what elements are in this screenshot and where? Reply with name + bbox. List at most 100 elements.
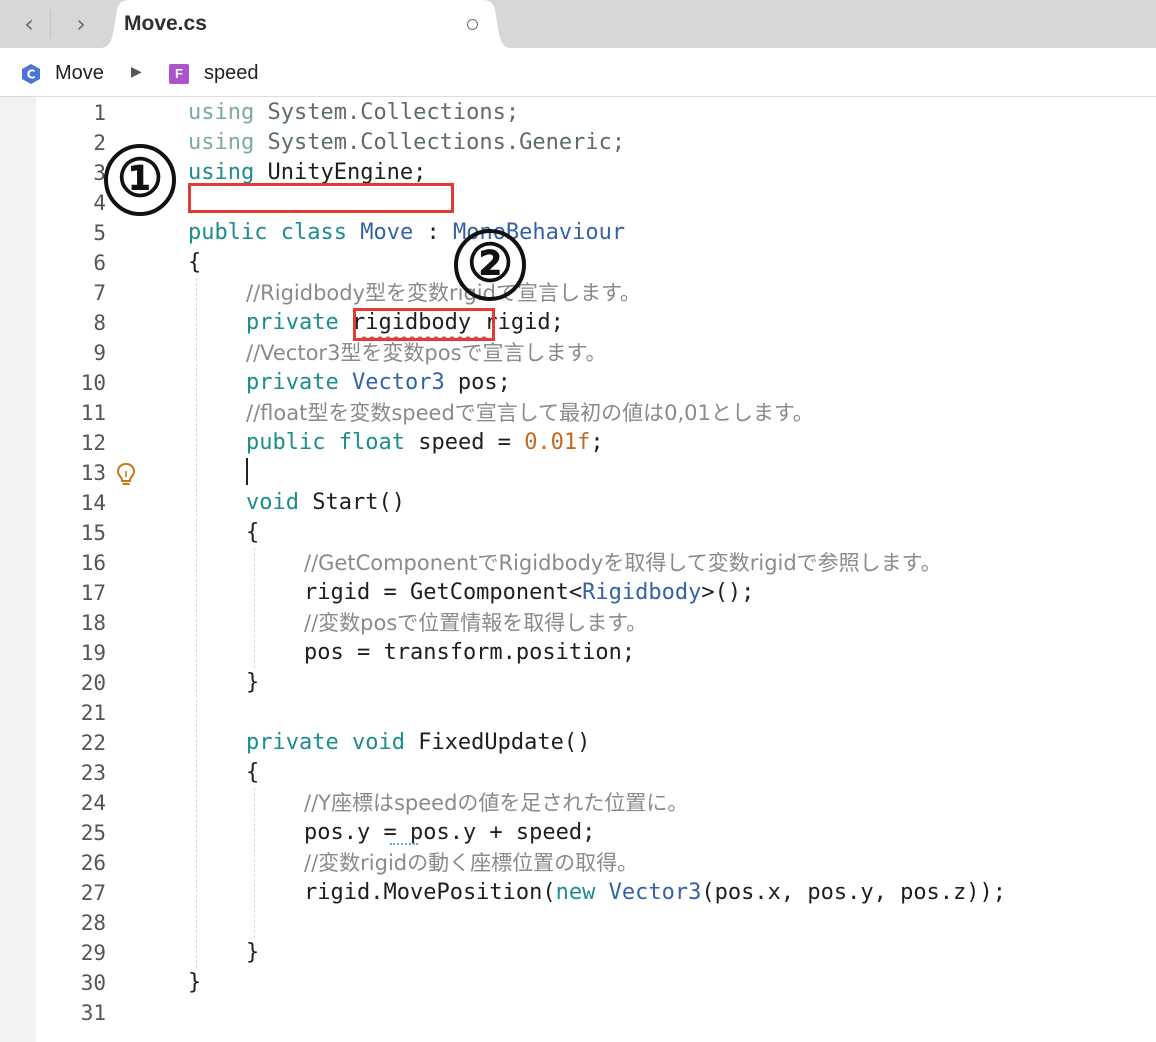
- code-text: }: [246, 938, 259, 968]
- code-token: }: [246, 670, 260, 695]
- code-token: pos.y = pos.y + speed;: [304, 820, 596, 845]
- line-number: 19: [80, 641, 106, 665]
- breadcrumb-class[interactable]: Move: [55, 62, 104, 85]
- code-line[interactable]: 11 //float型を変数speedで宣言して最初の値は0,01とします。: [0, 398, 1156, 428]
- code-token: Vector3: [351, 370, 445, 395]
- line-number: 18: [80, 611, 106, 635]
- code-token: {: [188, 250, 202, 275]
- code-line[interactable]: 10 private Vector3 pos;: [0, 368, 1156, 398]
- line-number: 5: [93, 221, 106, 245]
- code-token: public: [188, 220, 268, 245]
- code-token: private: [246, 730, 339, 755]
- code-text: using System.Collections.Generic;: [188, 128, 625, 158]
- code-line[interactable]: 28: [0, 908, 1156, 938]
- code-token: public: [246, 430, 326, 455]
- code-line[interactable]: 2 using System.Collections.Generic;: [0, 128, 1156, 158]
- code-comment: //変数posで位置情報を取得します。: [304, 611, 648, 635]
- code-token: >();: [701, 580, 755, 605]
- line-number: 2: [93, 131, 106, 155]
- line-number: 9: [93, 341, 106, 365]
- code-line[interactable]: 30}: [0, 968, 1156, 998]
- code-line[interactable]: 31: [0, 998, 1156, 1028]
- code-line[interactable]: 16 //GetComponentでRigidbodyを取得して変数rigidで参…: [0, 548, 1156, 578]
- code-comment: //変数rigidの動く座標位置の取得。: [304, 851, 639, 875]
- code-line[interactable]: 26 //変数rigidの動く座標位置の取得。: [0, 848, 1156, 878]
- code-text: //変数rigidの動く座標位置の取得。: [304, 848, 638, 879]
- line-number: 4: [93, 191, 106, 215]
- code-line[interactable]: 21: [0, 698, 1156, 728]
- code-line[interactable]: 18 //変数posで位置情報を取得します。: [0, 608, 1156, 638]
- code-token: using: [188, 160, 255, 185]
- code-hint-underline: [390, 843, 418, 845]
- code-text: //Rigidbody型を変数rigidで宣言します。: [246, 278, 641, 309]
- code-line[interactable]: 15 {: [0, 518, 1156, 548]
- code-line[interactable]: 22 private void FixedUpdate(): [0, 728, 1156, 758]
- code-text: rigid = GetComponent<Rigidbody>();: [304, 578, 754, 608]
- line-number: 27: [80, 881, 106, 905]
- line-number: 30: [80, 971, 106, 995]
- code-line[interactable]: 17 rigid = GetComponent<Rigidbody>();: [0, 578, 1156, 608]
- code-token: rigid = GetComponent<: [304, 580, 583, 605]
- line-number: 11: [80, 401, 106, 425]
- code-text: public class Move : MonoBehaviour: [188, 218, 625, 248]
- code-token: void: [246, 490, 299, 515]
- code-line[interactable]: 12 public float speed = 0.01f;: [0, 428, 1156, 458]
- code-line[interactable]: 6{: [0, 248, 1156, 278]
- breadcrumb-separator-icon: ▶: [131, 64, 142, 80]
- code-line[interactable]: 24 //Y座標はspeedの値を足された位置に。: [0, 788, 1156, 818]
- code-line[interactable]: 7 //Rigidbody型を変数rigidで宣言します。: [0, 278, 1156, 308]
- lightbulb-icon[interactable]: [116, 462, 136, 488]
- circle-icon[interactable]: [467, 19, 478, 30]
- code-line[interactable]: 27 rigid.MovePosition(new Vector3(pos.x, …: [0, 878, 1156, 908]
- chevron-right-icon[interactable]: ›: [66, 10, 96, 38]
- code-token: System.Collections.Generic;: [254, 130, 626, 155]
- code-text: }: [188, 968, 201, 998]
- annotation-marker-1: ①: [104, 144, 176, 216]
- code-token: using: [188, 100, 255, 125]
- line-number: 28: [80, 911, 106, 935]
- line-number: 16: [80, 551, 106, 575]
- code-token: {: [246, 760, 260, 785]
- indent-guide: [196, 278, 197, 968]
- code-line[interactable]: 20}: [0, 668, 1156, 698]
- code-comment: //float型を変数speedで宣言して最初の値は0,01とします。: [246, 401, 814, 425]
- line-number: 15: [80, 521, 106, 545]
- code-line[interactable]: 1 using System.Collections;: [0, 98, 1156, 128]
- code-line[interactable]: 29}: [0, 938, 1156, 968]
- line-number: 12: [80, 431, 106, 455]
- indent-guide: [254, 548, 255, 668]
- chevron-left-icon[interactable]: ‹: [14, 10, 44, 38]
- code-line[interactable]: 25 pos.y = pos.y + speed;: [0, 818, 1156, 848]
- code-token: float: [338, 430, 405, 455]
- tab-move-cs[interactable]: Move.cs: [100, 0, 512, 48]
- line-number: 31: [80, 1001, 106, 1025]
- code-line[interactable]: 8 private rigidbody rigid;: [0, 308, 1156, 338]
- code-comment: //GetComponentでRigidbodyを取得して変数rigidで参照し…: [304, 551, 942, 575]
- field-icon: F: [169, 64, 189, 84]
- code-text: private Vector3 pos;: [246, 368, 511, 398]
- code-text: //float型を変数speedで宣言して最初の値は0,01とします。: [246, 398, 814, 429]
- code-text: //Vector3型を変数posで宣言します。: [246, 338, 606, 369]
- breadcrumb-field[interactable]: speed: [204, 62, 259, 85]
- code-text: using System.Collections;: [188, 98, 519, 128]
- class-icon: C: [22, 64, 40, 84]
- code-line[interactable]: 19 pos = transform.position;: [0, 638, 1156, 668]
- code-comment: //Y座標はspeedの値を足された位置に。: [304, 791, 689, 815]
- code-token: (pos.x, pos.y, pos.z));: [701, 880, 1007, 905]
- code-line[interactable]: 23 {: [0, 758, 1156, 788]
- code-token: }: [188, 970, 202, 995]
- code-token: speed =: [404, 430, 525, 455]
- indent-guide: [254, 788, 255, 938]
- line-number: 26: [80, 851, 106, 875]
- line-number: 3: [93, 161, 106, 185]
- code-line[interactable]: 13: [0, 458, 1156, 488]
- code-line[interactable]: 5 public class Move : MonoBehaviour: [0, 218, 1156, 248]
- code-line[interactable]: 9 //Vector3型を変数posで宣言します。: [0, 338, 1156, 368]
- code-line[interactable]: 14 void Start(): [0, 488, 1156, 518]
- annotation-box-2: [353, 308, 495, 341]
- code-token: private: [246, 310, 339, 335]
- code-text: {: [246, 758, 259, 788]
